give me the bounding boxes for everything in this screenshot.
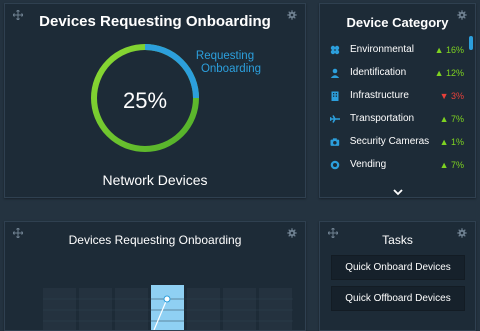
chart-point xyxy=(163,295,171,303)
device-category-title: Device Category xyxy=(346,15,449,30)
onboarding-donut-panel: Devices Requesting Onboarding 25% Reques… xyxy=(4,3,306,198)
category-item-environmental[interactable]: Environmental ▲ 16% xyxy=(320,38,470,61)
category-name: Infrastructure xyxy=(350,90,409,101)
person-icon xyxy=(330,68,340,78)
category-item-security-cameras[interactable]: Security Cameras ▲ 1% xyxy=(320,130,470,153)
tasks-title: Tasks xyxy=(382,233,413,247)
chart-column-highlight xyxy=(151,285,184,330)
onboarding-line-chart xyxy=(43,285,293,330)
category-trend: ▲ 7% xyxy=(439,113,464,124)
category-name: Vending xyxy=(350,159,387,170)
category-name: Environmental xyxy=(350,44,414,55)
donut-legend-line-1: Requesting xyxy=(195,50,255,62)
category-name: Security Cameras xyxy=(349,136,430,147)
donut-percentage: 25% xyxy=(122,88,168,113)
category-list: Environmental ▲ 16% Identification ▲ 12%… xyxy=(320,38,470,176)
category-item-vending[interactable]: Vending ▲ 7% xyxy=(320,153,470,176)
category-trend: ▼ 3% xyxy=(439,90,464,101)
category-trend: ▲ 1% xyxy=(439,136,464,147)
category-item-transportation[interactable]: Transportation ▲ 7% xyxy=(320,107,470,130)
quick-onboard-devices-button[interactable]: Quick Onboard Devices xyxy=(331,255,465,280)
building-icon xyxy=(331,91,339,101)
tasks-panel: Tasks Quick Onboard Devices Quick Offboa… xyxy=(319,221,476,331)
chart-column xyxy=(79,288,112,330)
donut-legend-label: Requesting Onboarding xyxy=(185,50,265,76)
category-name: Identification xyxy=(350,67,407,78)
chart-column xyxy=(115,288,148,330)
category-trend: ▲ 12% xyxy=(434,67,464,78)
onboarding-chart-panel: Devices Requesting Onboarding xyxy=(4,221,306,331)
plane-icon xyxy=(330,114,340,123)
chevron-down-icon[interactable] xyxy=(393,188,403,196)
fan-icon xyxy=(330,45,340,54)
chart-column xyxy=(43,288,76,330)
onboarding-panel-title: Devices Requesting Onboarding xyxy=(39,13,271,30)
quick-offboard-devices-button[interactable]: Quick Offboard Devices xyxy=(331,286,465,311)
vending-icon xyxy=(330,160,340,169)
network-devices-label: Network Devices xyxy=(102,172,208,188)
chart-column xyxy=(259,288,292,330)
category-trend: ▲ 7% xyxy=(439,159,464,170)
category-item-infrastructure[interactable]: Infrastructure ▼ 3% xyxy=(320,84,470,107)
category-name: Transportation xyxy=(350,113,415,124)
device-category-panel: Device Category Environmental ▲ 16% Iden… xyxy=(319,3,476,198)
onboarding-chart-title: Devices Requesting Onboarding xyxy=(68,233,242,247)
camera-icon xyxy=(330,137,340,146)
category-trend: ▲ 16% xyxy=(434,44,464,55)
donut-legend-line-2: Onboarding xyxy=(200,63,262,75)
chart-column xyxy=(187,288,220,330)
chart-column xyxy=(223,288,256,330)
category-item-identification[interactable]: Identification ▲ 12% xyxy=(320,61,470,84)
